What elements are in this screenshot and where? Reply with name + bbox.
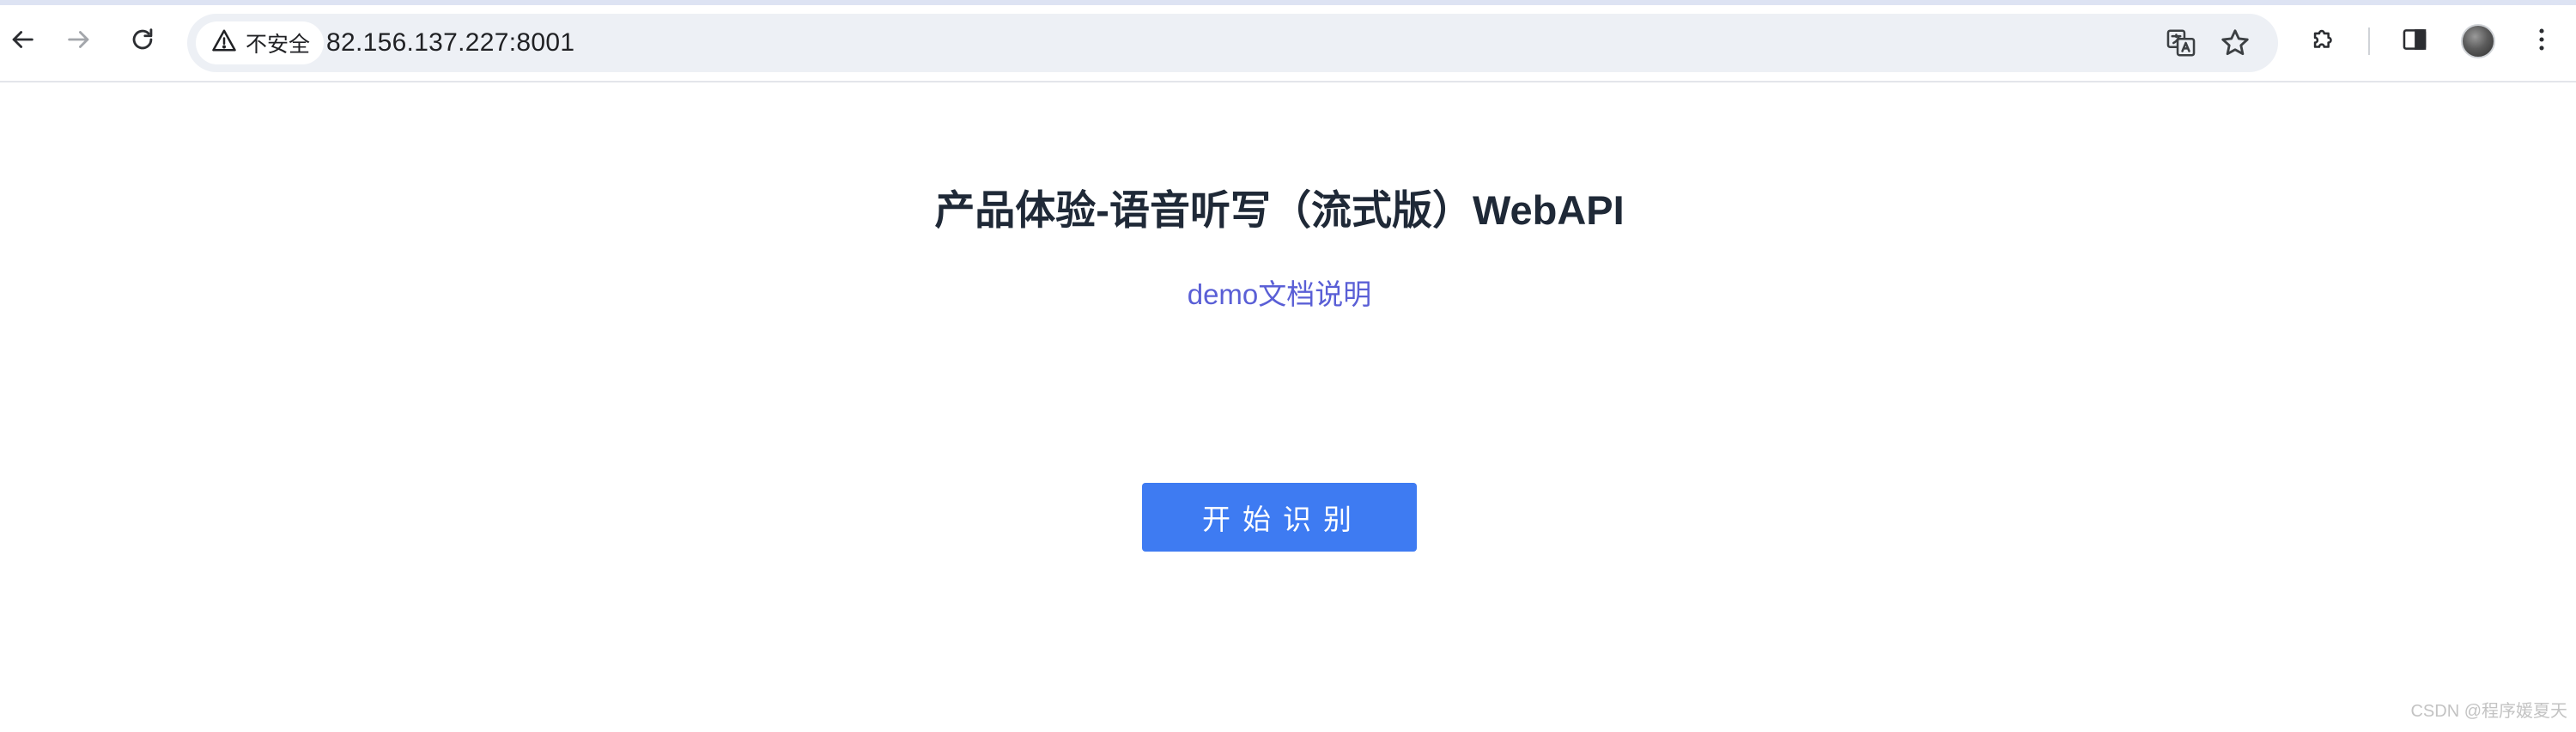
side-panel-icon: [2400, 25, 2429, 58]
url-text[interactable]: 82.156.137.227:8001: [326, 28, 574, 58]
security-chip[interactable]: 不安全: [196, 21, 325, 64]
star-icon[interactable]: [2219, 27, 2251, 59]
menu-button[interactable]: [2519, 19, 2564, 64]
side-panel-button[interactable]: [2392, 19, 2437, 64]
reload-button[interactable]: [120, 19, 165, 64]
arrow-right-icon: [64, 25, 94, 58]
warning-triangle-icon: [211, 27, 237, 59]
address-bar[interactable]: 不安全 82.156.137.227:8001: [187, 14, 2278, 72]
toolbar-separator: [2368, 27, 2370, 55]
page-title: 产品体验-语音听写（流式版）WebAPI: [934, 187, 1625, 233]
start-recognition-button[interactable]: 开始识别: [1142, 483, 1417, 552]
translate-icon[interactable]: [2165, 27, 2197, 59]
kebab-menu-icon: [2527, 25, 2556, 58]
back-button[interactable]: [0, 19, 45, 64]
extensions-button[interactable]: [2301, 19, 2346, 64]
reload-icon: [128, 25, 157, 58]
security-label: 不安全: [246, 33, 311, 57]
arrow-left-icon: [8, 25, 37, 58]
watermark: CSDN @程序媛夏天: [2410, 702, 2567, 721]
browser-toolbar: 不安全 82.156.137.227:8001: [0, 0, 2576, 82]
forward-button[interactable]: [57, 19, 101, 64]
demo-doc-link[interactable]: demo文档说明: [0, 271, 2559, 313]
page-content: 产品体验-语音听写（流式版）WebAPI demo文档说明 开始识别: [0, 84, 2576, 732]
avatar[interactable]: [2461, 24, 2495, 58]
tab-strip-edge: [0, 0, 2576, 5]
puzzle-piece-icon: [2309, 25, 2338, 58]
